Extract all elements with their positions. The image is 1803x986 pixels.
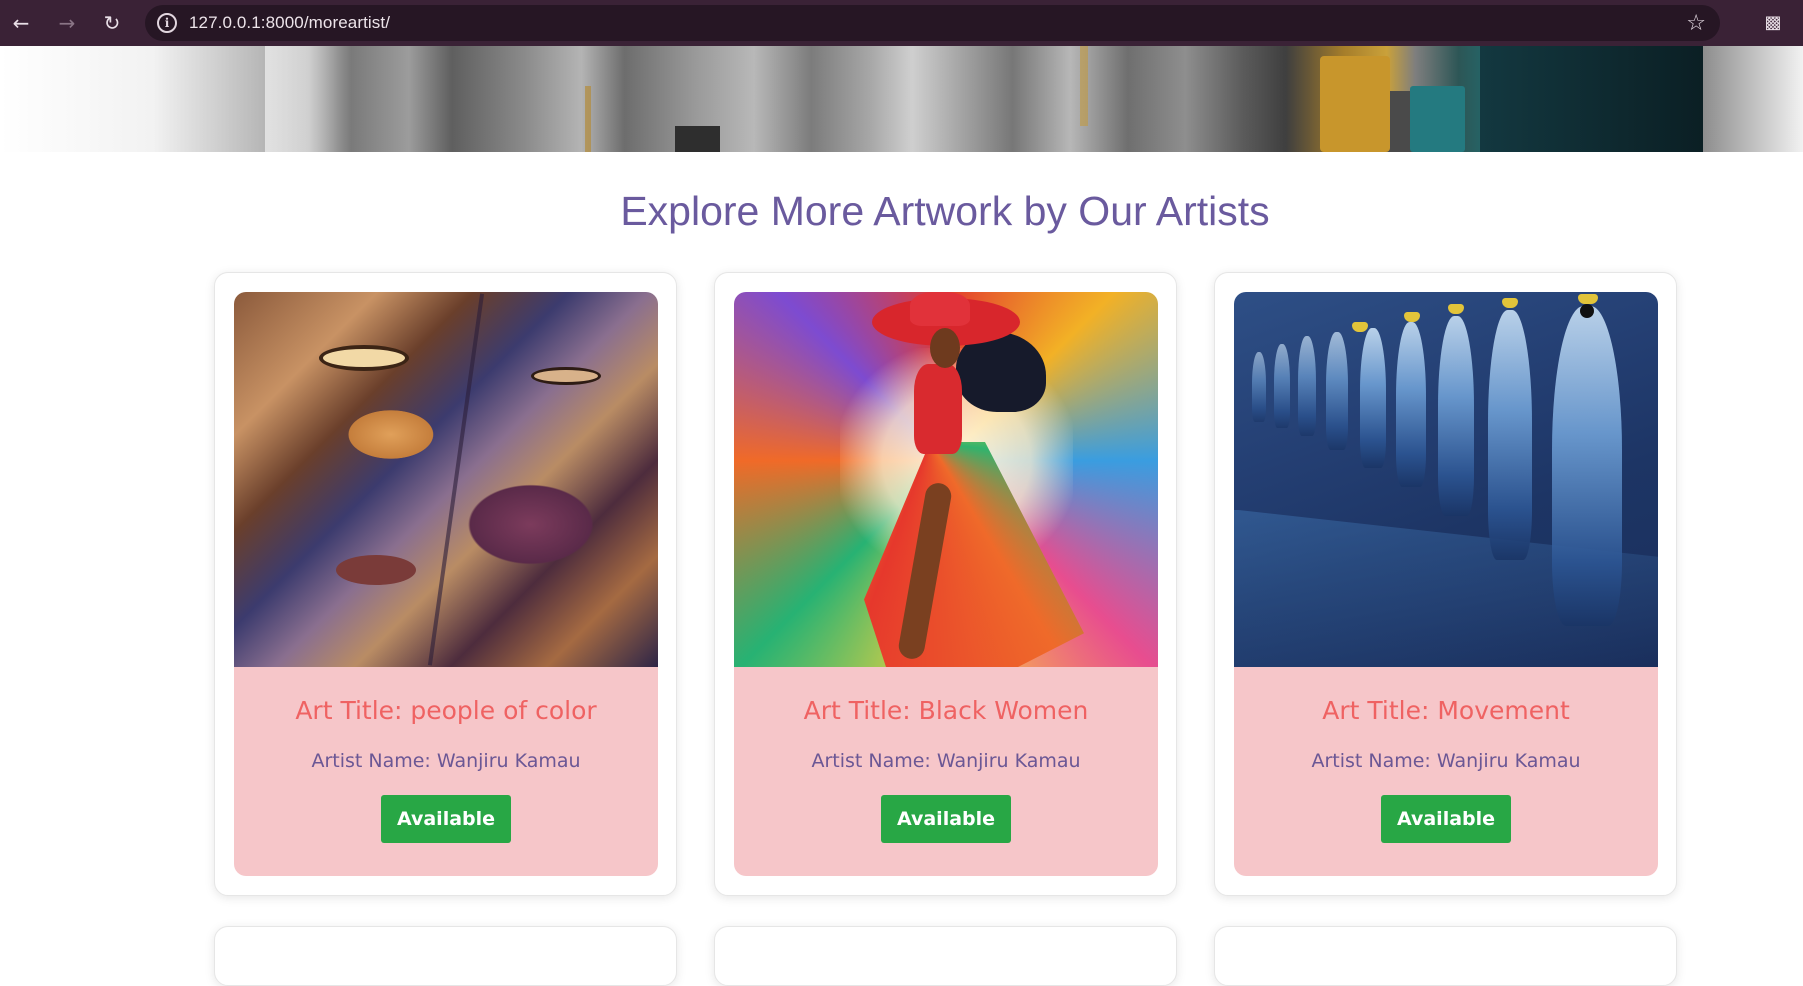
artwork-image[interactable]: [1234, 292, 1658, 667]
artwork-card: [714, 926, 1177, 986]
url-text[interactable]: 127.0.0.1:8000/moreartist/: [189, 13, 390, 33]
artwork-card: Art Title: Movement Artist Name: Wanjiru…: [1214, 272, 1677, 896]
artwork-card: [214, 926, 677, 986]
forward-arrow-icon[interactable]: →: [56, 11, 78, 35]
artwork-info: Art Title: people of color Artist Name: …: [234, 667, 658, 876]
artwork-info: Art Title: Black Women Artist Name: Wanj…: [734, 667, 1158, 876]
available-button[interactable]: Available: [881, 795, 1011, 843]
star-icon[interactable]: ☆: [1686, 11, 1706, 36]
available-button[interactable]: Available: [1381, 795, 1511, 843]
artwork-image[interactable]: [234, 292, 658, 667]
available-button[interactable]: Available: [381, 795, 511, 843]
artwork-card: Art Title: Black Women Artist Name: Wanj…: [714, 272, 1177, 896]
address-bar[interactable]: i 127.0.0.1:8000/moreartist/ ☆: [145, 5, 1720, 41]
extensions-icon[interactable]: ▩: [1762, 11, 1784, 33]
artwork-card: [1214, 926, 1677, 986]
artist-name: Artist Name: Wanjiru Kamau: [311, 750, 581, 772]
art-title: Art Title: people of color: [295, 696, 597, 725]
art-title: Art Title: Black Women: [803, 696, 1089, 725]
reload-icon[interactable]: ↻: [101, 11, 123, 35]
hero-banner: [0, 46, 1803, 152]
browser-toolbar: ← → ↻ i 127.0.0.1:8000/moreartist/ ☆ ▩: [0, 0, 1803, 46]
artwork-card: Art Title: people of color Artist Name: …: [214, 272, 677, 896]
artwork-image[interactable]: [734, 292, 1158, 667]
info-icon[interactable]: i: [157, 13, 177, 33]
art-title: Art Title: Movement: [1322, 696, 1570, 725]
back-arrow-icon[interactable]: ←: [10, 11, 32, 35]
artist-name: Artist Name: Wanjiru Kamau: [811, 750, 1081, 772]
page-title: Explore More Artwork by Our Artists: [620, 188, 1270, 234]
artist-name: Artist Name: Wanjiru Kamau: [1311, 750, 1581, 772]
artwork-info: Art Title: Movement Artist Name: Wanjiru…: [1234, 667, 1658, 876]
